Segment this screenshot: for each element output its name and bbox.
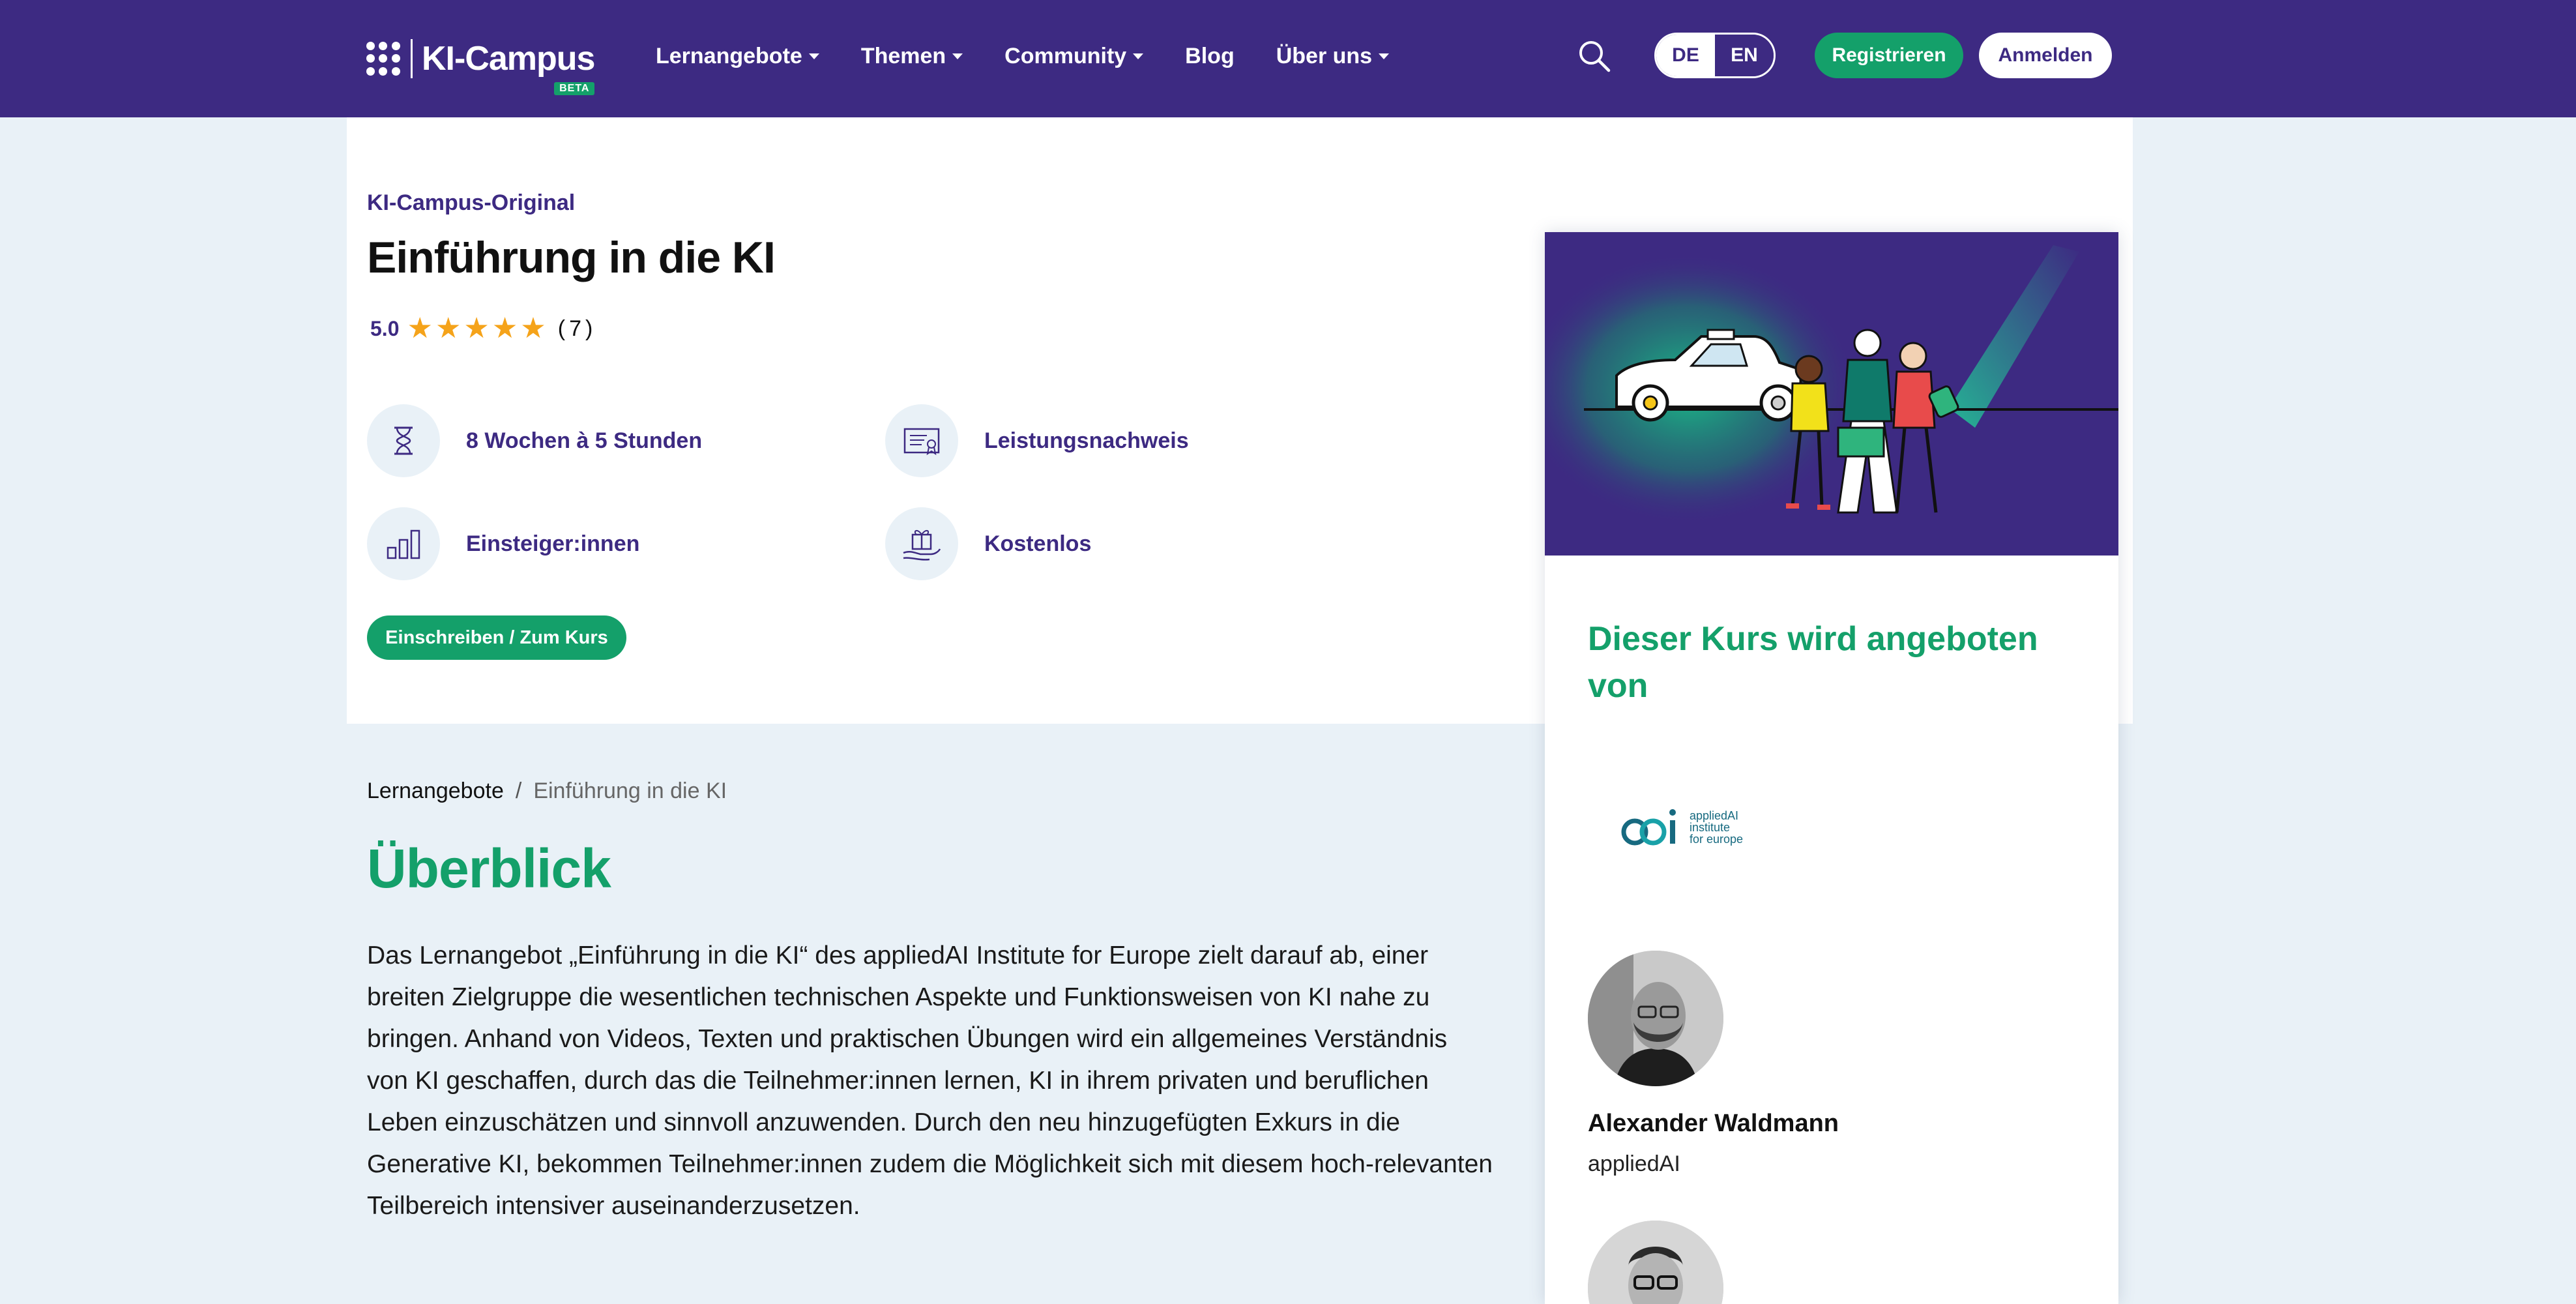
language-en[interactable]: EN [1715, 35, 1774, 76]
avatar[interactable] [1588, 951, 1723, 1086]
nav-item-themen[interactable]: Themen [861, 44, 963, 69]
feature-label: Leistungsnachweis [984, 428, 1189, 453]
register-button[interactable]: Registrieren [1815, 33, 1963, 78]
breadcrumb-current: Einführung in die KI [533, 778, 727, 803]
nav-item-lernangebote[interactable]: Lernangebote [656, 44, 819, 69]
breadcrumb-separator: / [515, 778, 522, 803]
partner-logo-text: appliedAI institute for europe [1690, 809, 1744, 846]
nav-item-ueber-uns[interactable]: Über uns [1276, 44, 1390, 69]
overview-text: Das Lernangebot „Einführung in die KI“ d… [367, 941, 1493, 1220]
chevron-down-icon [808, 53, 819, 59]
search-button[interactable] [1576, 38, 1613, 74]
feature-duration: 8 Wochen à 5 Stunden [367, 404, 702, 477]
avatar[interactable] [1588, 1221, 1723, 1304]
enroll-button[interactable]: Einschreiben / Zum Kurs [367, 615, 626, 660]
star-icon: ★ [463, 312, 490, 344]
logo-dots-icon [366, 42, 400, 76]
main-nav: Lernangebote Themen Community Blog Über … [656, 37, 1431, 76]
ki-campus-logo[interactable]: KI-Campus BETA [366, 33, 595, 95]
chevron-down-icon [952, 53, 963, 59]
star-icon: ★ [491, 312, 518, 344]
appliedai-logo-icon [1621, 809, 1676, 846]
feature-certificate: Leistungsnachweis [885, 404, 1189, 477]
star-icon: ★ [520, 312, 546, 344]
level-bars-icon [367, 507, 440, 580]
nav-item-community[interactable]: Community [1004, 44, 1144, 69]
rating-value: 5.0 [370, 316, 400, 340]
feature-label: Einsteiger:innen [466, 531, 640, 556]
course-rating: 5.0 ★ ★ ★ ★ ★ (7) [370, 314, 596, 343]
beta-badge: BETA [554, 82, 595, 95]
course-label: KI-Campus-Original [367, 190, 576, 215]
gift-icon [885, 507, 958, 580]
course-sidebar: Dieser Kurs wird angeboten von appliedAI… [1545, 232, 2118, 1304]
language-switch: DE EN [1654, 33, 1776, 78]
feature-label: Kostenlos [984, 531, 1092, 556]
login-button[interactable]: Anmelden [1979, 33, 2112, 78]
feature-price: Kostenlos [885, 507, 1091, 580]
partner-logo-appliedai[interactable]: appliedAI institute for europe [1620, 805, 1743, 850]
feature-label: 8 Wochen à 5 Stunden [466, 428, 703, 453]
chevron-down-icon [1133, 53, 1144, 59]
course-title: Einführung in die KI [367, 233, 776, 282]
nav-item-blog[interactable]: Blog [1185, 44, 1235, 69]
overview-title: Überblick [367, 838, 611, 899]
chevron-down-icon [1379, 53, 1390, 59]
course-illustration [1545, 232, 2118, 556]
rating-count: (7) [557, 316, 597, 341]
certificate-icon [885, 404, 958, 477]
sidebar-heading: Dieser Kurs wird angeboten von [1588, 620, 2038, 705]
person-organization: appliedAI [1588, 1151, 1680, 1176]
logo-divider [411, 39, 413, 78]
search-icon [1579, 41, 1611, 72]
logo-wordmark: KI-Campus BETA [422, 40, 595, 95]
person-name[interactable]: Alexander Waldmann [1588, 1110, 1839, 1138]
feature-level: Einsteiger:innen [367, 507, 639, 580]
breadcrumb: Lernangebote / Einführung in die KI [367, 778, 727, 804]
breadcrumb-link-lernangebote[interactable]: Lernangebote [367, 778, 504, 804]
hourglass-icon [367, 404, 440, 477]
language-de[interactable]: DE [1656, 35, 1715, 76]
top-navigation-bar: KI-Campus BETA Lernangebote Themen Commu… [0, 0, 2576, 117]
star-icon: ★ [407, 312, 433, 344]
star-icon: ★ [435, 312, 461, 344]
